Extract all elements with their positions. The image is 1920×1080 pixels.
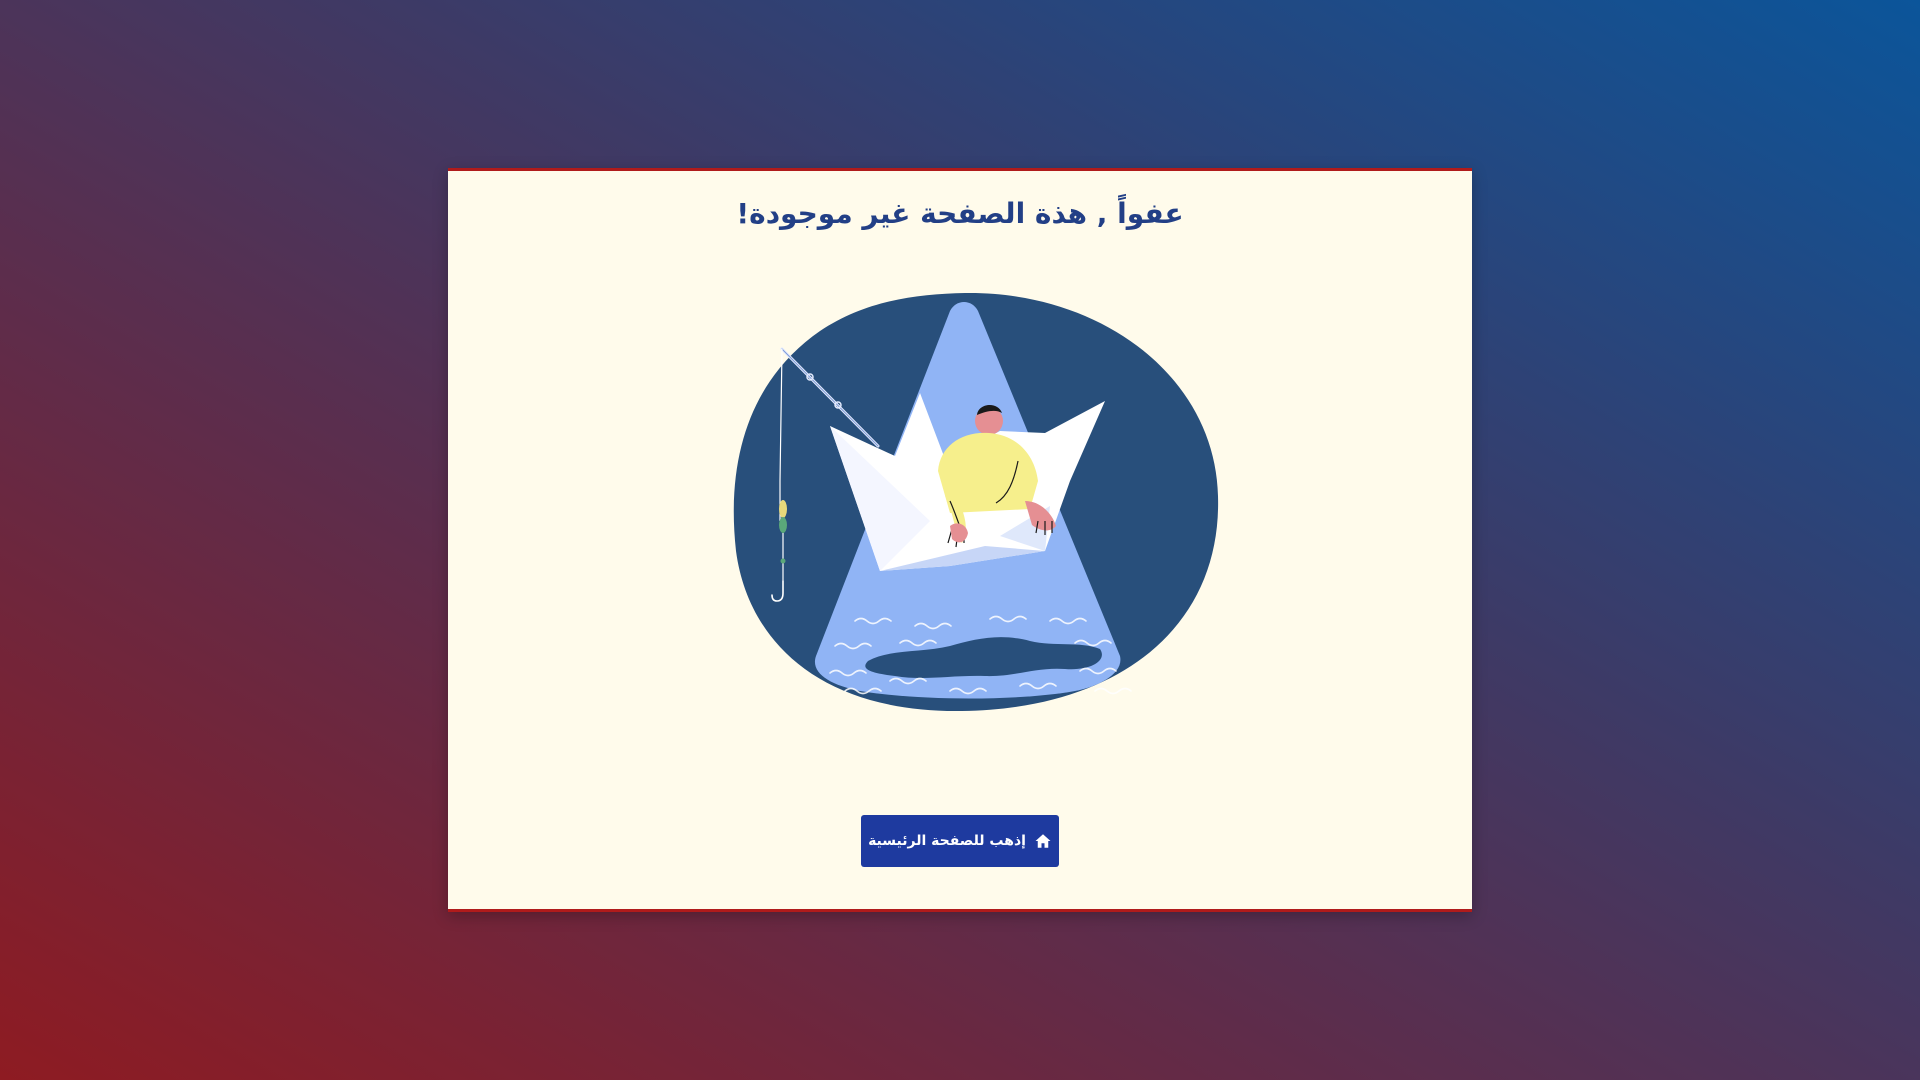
home-button-label: إذهب للصفحة الرئيسية: [868, 833, 1026, 849]
home-icon: [1034, 832, 1052, 850]
error-card: عفواً , هذة الصفحة غير موجودة! إذهب للصف…: [448, 168, 1472, 912]
home-button[interactable]: إذهب للصفحة الرئيسية: [861, 815, 1059, 867]
page-title: عفواً , هذة الصفحة غير موجودة!: [736, 197, 1184, 230]
404-illustration: [733, 292, 1219, 712]
